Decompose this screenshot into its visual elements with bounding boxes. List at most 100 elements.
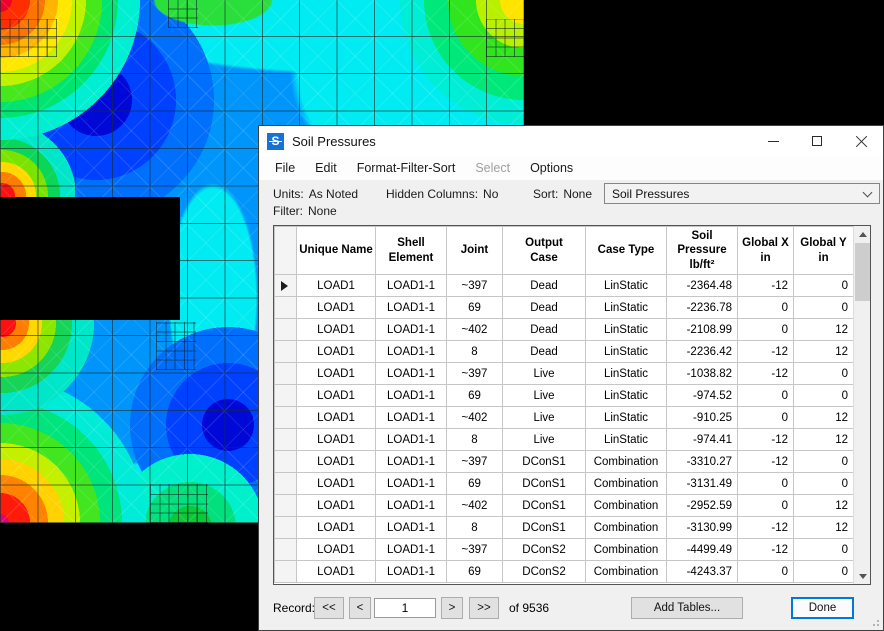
table-cell[interactable]: 8 xyxy=(447,429,503,451)
table-cell[interactable]: LOAD1-1 xyxy=(376,495,447,517)
table-cell[interactable]: LOAD1 xyxy=(297,407,376,429)
table-cell[interactable]: ~397 xyxy=(447,363,503,385)
table-cell[interactable]: DConS1 xyxy=(503,517,586,539)
table-row[interactable]: LOAD1LOAD1-1~397DConS1Combination-3310.2… xyxy=(275,451,854,473)
table-cell[interactable]: LOAD1 xyxy=(297,451,376,473)
column-header[interactable]: Shell Element xyxy=(376,227,447,275)
menu-edit[interactable]: Edit xyxy=(305,158,347,178)
vertical-scrollbar[interactable] xyxy=(853,226,870,584)
table-cell[interactable]: -910.25 xyxy=(667,407,738,429)
table-cell[interactable]: -1038.82 xyxy=(667,363,738,385)
column-header[interactable]: Global Y in xyxy=(794,227,854,275)
table-cell[interactable]: 0 xyxy=(738,495,794,517)
table-cell[interactable]: LOAD1 xyxy=(297,495,376,517)
table-cell[interactable]: LOAD1 xyxy=(297,561,376,583)
table-cell[interactable]: Combination xyxy=(586,561,667,583)
table-cell[interactable]: -12 xyxy=(738,341,794,363)
table-cell[interactable]: 12 xyxy=(794,407,854,429)
table-cell[interactable]: 0 xyxy=(794,363,854,385)
menu-select[interactable]: Select xyxy=(465,158,520,178)
table-cell[interactable]: -2236.78 xyxy=(667,297,738,319)
table-cell[interactable]: Combination xyxy=(586,539,667,561)
done-button[interactable]: Done xyxy=(791,597,854,619)
table-cell[interactable]: LOAD1-1 xyxy=(376,451,447,473)
column-header[interactable]: Soil Pressure lb/ft² xyxy=(667,227,738,275)
table-cell[interactable]: -2952.59 xyxy=(667,495,738,517)
table-cell[interactable]: LinStatic xyxy=(586,297,667,319)
table-cell[interactable]: 69 xyxy=(447,473,503,495)
row-selector-cell[interactable] xyxy=(275,363,297,385)
maximize-button[interactable] xyxy=(795,126,839,156)
table-cell[interactable]: 12 xyxy=(794,429,854,451)
table-row[interactable]: LOAD1LOAD1-1~397DConS2Combination-4499.4… xyxy=(275,539,854,561)
table-cell[interactable]: ~402 xyxy=(447,495,503,517)
table-cell[interactable]: -2236.42 xyxy=(667,341,738,363)
table-cell[interactable]: LinStatic xyxy=(586,385,667,407)
table-cell[interactable]: LOAD1-1 xyxy=(376,275,447,297)
table-cell[interactable]: 0 xyxy=(794,385,854,407)
table-cell[interactable]: 0 xyxy=(738,385,794,407)
table-cell[interactable]: -4499.49 xyxy=(667,539,738,561)
table-cell[interactable]: LinStatic xyxy=(586,319,667,341)
table-cell[interactable]: 8 xyxy=(447,517,503,539)
close-button[interactable] xyxy=(839,126,883,156)
column-header[interactable]: Output Case xyxy=(503,227,586,275)
table-cell[interactable]: 0 xyxy=(794,561,854,583)
table-cell[interactable]: 8 xyxy=(447,341,503,363)
table-cell[interactable]: -3130.99 xyxy=(667,517,738,539)
table-cell[interactable]: 0 xyxy=(794,473,854,495)
table-cell[interactable]: DConS2 xyxy=(503,561,586,583)
row-selector-cell[interactable] xyxy=(275,539,297,561)
table-cell[interactable]: 0 xyxy=(794,451,854,473)
table-cell[interactable]: LOAD1 xyxy=(297,473,376,495)
minimize-button[interactable] xyxy=(751,126,795,156)
menu-file[interactable]: File xyxy=(265,158,305,178)
row-selector-cell[interactable] xyxy=(275,495,297,517)
table-cell[interactable]: LOAD1-1 xyxy=(376,297,447,319)
table-cell[interactable]: LOAD1 xyxy=(297,429,376,451)
table-cell[interactable]: LOAD1-1 xyxy=(376,517,447,539)
table-cell[interactable]: 12 xyxy=(794,517,854,539)
row-selector-cell[interactable] xyxy=(275,561,297,583)
row-selector-cell[interactable] xyxy=(275,451,297,473)
table-cell[interactable]: LOAD1-1 xyxy=(376,407,447,429)
menu-options[interactable]: Options xyxy=(520,158,583,178)
table-row[interactable]: LOAD1LOAD1-1~402DeadLinStatic-2108.99012 xyxy=(275,319,854,341)
table-cell[interactable]: -974.52 xyxy=(667,385,738,407)
table-cell[interactable]: Live xyxy=(503,407,586,429)
table-cell[interactable]: -2108.99 xyxy=(667,319,738,341)
table-cell[interactable]: ~397 xyxy=(447,275,503,297)
row-selector-cell[interactable] xyxy=(275,319,297,341)
table-cell[interactable]: LOAD1 xyxy=(297,275,376,297)
table-cell[interactable]: DConS1 xyxy=(503,495,586,517)
table-cell[interactable]: 0 xyxy=(738,297,794,319)
table-cell[interactable]: -974.41 xyxy=(667,429,738,451)
row-selector-cell[interactable] xyxy=(275,385,297,407)
table-cell[interactable]: ~402 xyxy=(447,407,503,429)
table-cell[interactable]: 69 xyxy=(447,561,503,583)
table-cell[interactable]: Dead xyxy=(503,319,586,341)
scrollbar-thumb[interactable] xyxy=(855,243,870,301)
table-cell[interactable]: LOAD1-1 xyxy=(376,319,447,341)
row-selector-cell[interactable] xyxy=(275,517,297,539)
table-cell[interactable]: Live xyxy=(503,429,586,451)
table-cell[interactable]: Dead xyxy=(503,297,586,319)
table-cell[interactable]: 0 xyxy=(738,407,794,429)
table-cell[interactable]: Dead xyxy=(503,341,586,363)
table-cell[interactable]: -12 xyxy=(738,451,794,473)
table-cell[interactable]: LOAD1-1 xyxy=(376,385,447,407)
table-cell[interactable]: -3310.27 xyxy=(667,451,738,473)
scroll-up-button[interactable] xyxy=(854,226,871,242)
table-cell[interactable]: Combination xyxy=(586,473,667,495)
table-cell[interactable]: 0 xyxy=(794,297,854,319)
table-cell[interactable]: 12 xyxy=(794,495,854,517)
column-header[interactable]: Unique Name xyxy=(297,227,376,275)
table-cell[interactable]: -12 xyxy=(738,539,794,561)
table-cell[interactable]: LOAD1-1 xyxy=(376,539,447,561)
table-row[interactable]: LOAD1LOAD1-18LiveLinStatic-974.41-1212 xyxy=(275,429,854,451)
table-cell[interactable]: Dead xyxy=(503,275,586,297)
table-cell[interactable]: -4243.37 xyxy=(667,561,738,583)
row-selector-cell[interactable] xyxy=(275,473,297,495)
record-previous-button[interactable]: < xyxy=(349,597,371,619)
table-cell[interactable]: LinStatic xyxy=(586,275,667,297)
